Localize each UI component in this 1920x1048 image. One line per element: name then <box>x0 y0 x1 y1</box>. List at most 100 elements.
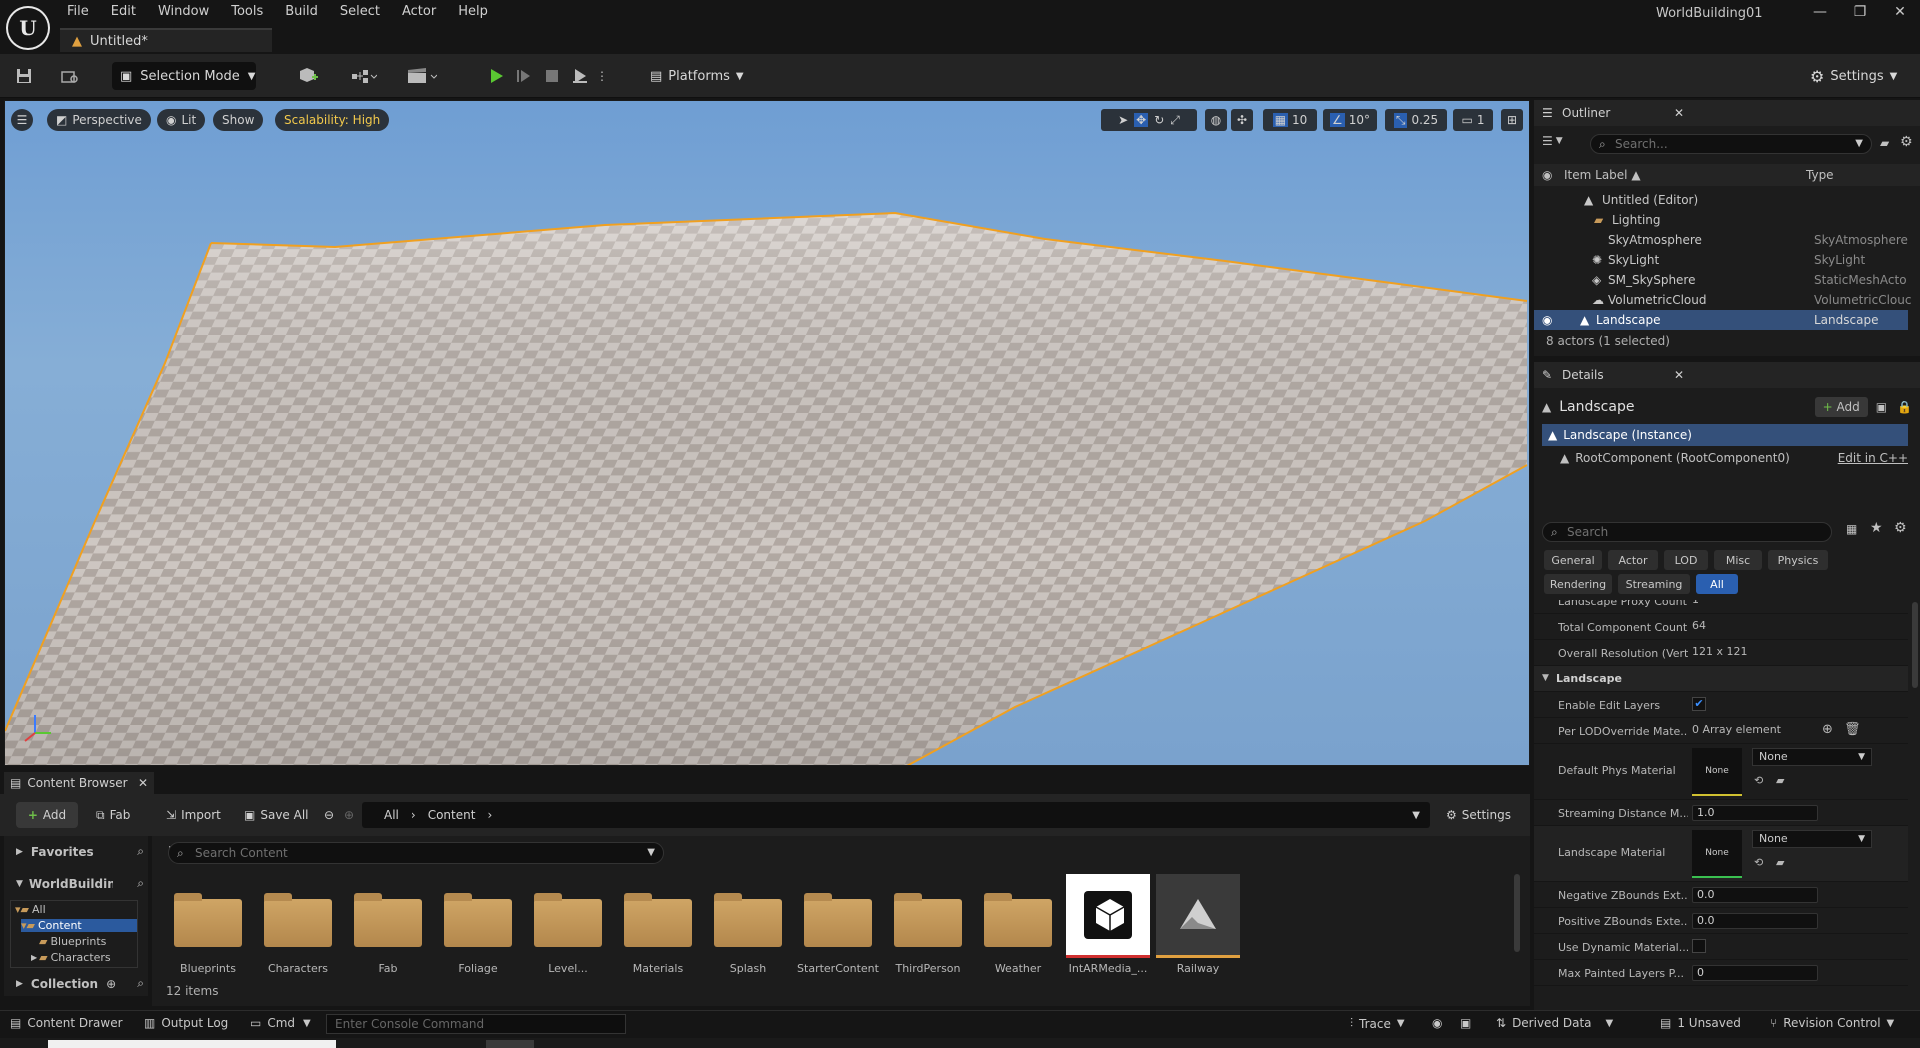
revision-control-dropdown[interactable]: ⑂ Revision Control ▼ <box>1770 1016 1894 1030</box>
step-icon[interactable] <box>512 64 536 88</box>
cinematics-icon[interactable] <box>402 64 442 88</box>
menu-window[interactable]: Window <box>147 0 220 24</box>
content-drawer-button[interactable]: ▤ Content Drawer <box>10 1016 123 1030</box>
cmd-dropdown[interactable]: ▭ Cmd ▼ <box>250 1016 311 1030</box>
menu-file[interactable]: File <box>56 0 100 24</box>
selection-mode-dropdown[interactable]: ▣ Selection Mode ▼ <box>112 62 256 90</box>
content-browser-tab[interactable]: ▤ Content Browser ✕ <box>4 772 154 794</box>
asset-folder-fab[interactable]: Fab <box>346 874 430 975</box>
outliner-search-input[interactable]: ⌕ Search... ▼ <box>1590 134 1872 154</box>
filter-general[interactable]: General <box>1544 550 1602 570</box>
trace-dropdown[interactable]: ⫶ Trace ▼ <box>1350 1016 1405 1031</box>
play-options-icon[interactable]: ⋮ <box>596 64 608 88</box>
menu-tools[interactable]: Tools <box>220 0 274 24</box>
unsaved-button[interactable]: ▤ 1 Unsaved <box>1660 1016 1741 1030</box>
table-view-icon[interactable]: ▦ <box>1846 522 1857 536</box>
breadcrumb-all[interactable]: All <box>384 808 399 822</box>
positive-zbounds-input[interactable]: 0.0 <box>1692 913 1818 929</box>
landscape-material-combo[interactable]: None ▼ <box>1752 830 1872 848</box>
menu-build[interactable]: Build <box>274 0 329 24</box>
outliner-row-skyatmosphere[interactable]: SkyAtmosphere SkyAtmosphere <box>1534 230 1908 250</box>
outliner-row-lighting[interactable]: ▰ Lighting <box>1534 210 1908 230</box>
visibility-icon[interactable]: ◉ <box>1542 310 1552 330</box>
negative-zbounds-input[interactable]: 0.0 <box>1692 887 1818 903</box>
restore-icon[interactable]: ❐ <box>1840 0 1880 24</box>
taskbar-app[interactable] <box>486 1040 534 1048</box>
minimize-icon[interactable]: — <box>1800 0 1840 24</box>
screenshot-icon[interactable]: ▣ <box>1460 1016 1471 1030</box>
phys-material-combo[interactable]: None ▼ <box>1752 748 1872 766</box>
tree-item-content[interactable]: ▾▰ Content <box>21 919 137 932</box>
asset-folder-level[interactable]: Level... <box>526 874 610 975</box>
gear-icon[interactable]: ⚙ <box>1900 134 1913 150</box>
close-icon[interactable]: ✕ <box>138 776 148 790</box>
trash-icon[interactable]: 🗑 <box>1844 722 1861 737</box>
asset-folder-blueprints[interactable]: Blueprints <box>166 874 250 975</box>
filter-misc[interactable]: Misc <box>1714 550 1762 570</box>
menu-edit[interactable]: Edit <box>100 0 147 24</box>
outliner-row-skylight[interactable]: ✺ SkyLight SkyLight <box>1534 250 1908 270</box>
menu-select[interactable]: Select <box>329 0 391 24</box>
details-scrollbar[interactable] <box>1912 602 1918 688</box>
browse-level-icon[interactable] <box>58 64 82 88</box>
lit-button[interactable]: ◉ Lit <box>157 109 206 131</box>
eject-icon[interactable] <box>568 64 592 88</box>
search-icon[interactable]: ⌕ <box>137 976 144 991</box>
collections-header[interactable]: ▶ Collection ⊕ ⌕ <box>16 976 144 991</box>
tree-item-blueprints[interactable]: ▰ Blueprints <box>39 935 106 948</box>
phys-material-thumbnail[interactable]: None <box>1692 748 1742 796</box>
level-viewport[interactable]: ☰ ◩ Perspective ◉ Lit Show Scalability: … <box>4 100 1530 766</box>
outliner-tab[interactable]: ☰ Outliner ✕ <box>1534 100 1920 126</box>
browse-icon[interactable]: ▰ <box>1776 856 1784 869</box>
import-button[interactable]: ⇲ Import <box>166 802 221 828</box>
grid-snap-button[interactable]: ▦ 10 <box>1263 109 1317 131</box>
menu-help[interactable]: Help <box>447 0 499 24</box>
add-element-icon[interactable]: ⊕ <box>1822 722 1833 737</box>
add-folder-icon[interactable]: ▰ <box>1880 136 1889 150</box>
scalability-button[interactable]: Scalability: High <box>275 109 390 131</box>
landscape-material-thumbnail[interactable]: None <box>1692 830 1742 878</box>
settings-dropdown[interactable]: ⚙ Settings ▼ <box>1810 62 1897 90</box>
stop-icon[interactable] <box>540 64 564 88</box>
gear-icon[interactable]: ⚙ <box>1894 520 1907 536</box>
asset-folder-thirdperson[interactable]: ThirdPerson <box>886 874 970 975</box>
dynamic-material-checkbox[interactable] <box>1692 939 1706 953</box>
asset-folder-characters[interactable]: Characters <box>256 874 340 975</box>
landscape-render[interactable] <box>5 101 1530 766</box>
world-local-icon[interactable]: ◍ <box>1205 109 1227 131</box>
add-collection-icon[interactable]: ⊕ <box>106 977 116 991</box>
blueprint-icon[interactable]: ▣ <box>1876 400 1887 414</box>
enable-edit-layers-checkbox[interactable]: ✔ <box>1692 697 1706 711</box>
add-actor-icon[interactable] <box>292 64 328 88</box>
max-painted-layers-input[interactable]: 0 <box>1692 965 1818 981</box>
edit-cpp-link[interactable]: Edit in C++ <box>1838 451 1908 465</box>
rotate-tool-icon[interactable]: ↻ <box>1154 113 1164 127</box>
close-icon[interactable]: ✕ <box>1674 362 1684 388</box>
select-tool-icon[interactable]: ➤ <box>1118 113 1128 127</box>
outliner-row-smskysphere[interactable]: ◈ SM_SkySphere StaticMeshActo <box>1534 270 1908 290</box>
tree-item-characters[interactable]: ▶ ▰ Characters <box>31 951 111 964</box>
chevron-down-icon[interactable]: ▼ <box>1412 810 1420 821</box>
asset-folder-splash[interactable]: Splash <box>706 874 790 975</box>
blueprints-icon[interactable] <box>346 64 382 88</box>
asset-folder-startercontent[interactable]: StarterContent <box>796 874 880 975</box>
use-selected-icon[interactable]: ⟲ <box>1754 856 1763 869</box>
root-component-row[interactable]: ▲ RootComponent (RootComponent0) Edit in… <box>1560 448 1908 468</box>
add-button[interactable]: + Add <box>16 802 78 828</box>
search-icon[interactable]: ⌕ <box>137 844 144 859</box>
level-tab[interactable]: ▲ Untitled* <box>60 28 272 52</box>
section-landscape[interactable]: ▼ Landscape <box>1534 666 1908 692</box>
fab-button[interactable]: ⧉ Fab <box>96 802 130 828</box>
star-icon[interactable]: ★ <box>1870 520 1883 536</box>
derived-data-dropdown[interactable]: ⇅ Derived Data ▼ <box>1496 1016 1613 1030</box>
asset-folder-materials[interactable]: Materials <box>616 874 700 975</box>
filter-actor[interactable]: Actor <box>1608 550 1658 570</box>
visibility-icon[interactable]: ◉ <box>1542 164 1552 186</box>
save-icon[interactable] <box>12 64 36 88</box>
breadcrumb-content[interactable]: Content <box>428 808 476 822</box>
back-icon[interactable]: ⊖ <box>324 802 334 828</box>
translate-tool-icon[interactable]: ✥ <box>1134 113 1149 127</box>
cb-settings-button[interactable]: ⚙ Settings <box>1446 802 1511 828</box>
viewport-menu-icon[interactable]: ☰ <box>11 109 33 131</box>
show-button[interactable]: Show <box>213 109 264 131</box>
